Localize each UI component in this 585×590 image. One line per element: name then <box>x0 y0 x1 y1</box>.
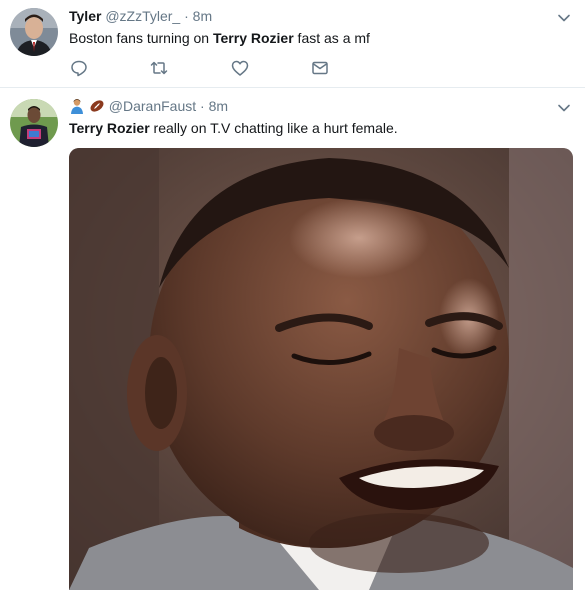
tweet-text-segment: fast as a mf <box>293 30 370 46</box>
separator-dot: · <box>184 8 189 24</box>
username[interactable]: @zZzTyler_ <box>105 8 180 24</box>
like-icon <box>231 60 249 76</box>
tweet-text-bold: Terry Rozier <box>213 30 294 46</box>
avatar-image <box>10 99 58 147</box>
tweet-text-segment: really on T.V chatting like a hurt femal… <box>149 120 398 136</box>
reply-button[interactable] <box>69 58 89 78</box>
tweet-header: Tyler @zZzTyler_ · 8m <box>69 7 545 25</box>
football-emoji <box>90 100 104 112</box>
reply-icon <box>71 60 87 77</box>
like-button[interactable] <box>230 58 250 78</box>
tweet-text-segment: Boston fans turning on <box>69 30 213 46</box>
chevron-down-icon[interactable] <box>557 11 571 25</box>
timestamp[interactable]: 8m <box>193 8 212 24</box>
avatar[interactable] <box>10 8 58 56</box>
separator-dot: · <box>200 98 205 114</box>
chevron-down-icon[interactable] <box>557 101 571 115</box>
tweet[interactable]: Tyler @zZzTyler_ · 8m Boston fans turnin… <box>0 0 585 88</box>
display-name[interactable]: Tyler <box>69 8 101 24</box>
tweet-text: Boston fans turning on Terry Rozier fast… <box>69 29 573 47</box>
direct-message-button[interactable] <box>310 58 330 78</box>
tweet[interactable]: @DaranFaust · 8m Terry Rozier really on … <box>0 88 585 590</box>
tweet-actions <box>69 58 349 78</box>
tweet-text: Terry Rozier really on T.V chatting like… <box>69 119 573 137</box>
face-photo <box>69 148 573 590</box>
avatar-image <box>10 8 58 56</box>
display-name[interactable] <box>69 98 109 114</box>
retweet-icon <box>150 61 168 75</box>
tweet-text-bold: Terry Rozier <box>69 120 150 136</box>
dm-icon <box>312 61 328 75</box>
tweet-header: @DaranFaust · 8m <box>69 97 545 115</box>
timestamp[interactable]: 8m <box>209 98 228 114</box>
person-emoji <box>71 99 83 114</box>
retweet-button[interactable] <box>149 58 169 78</box>
avatar[interactable] <box>10 99 58 147</box>
username[interactable]: @DaranFaust <box>109 98 196 114</box>
tweet-media-image[interactable] <box>69 148 573 590</box>
